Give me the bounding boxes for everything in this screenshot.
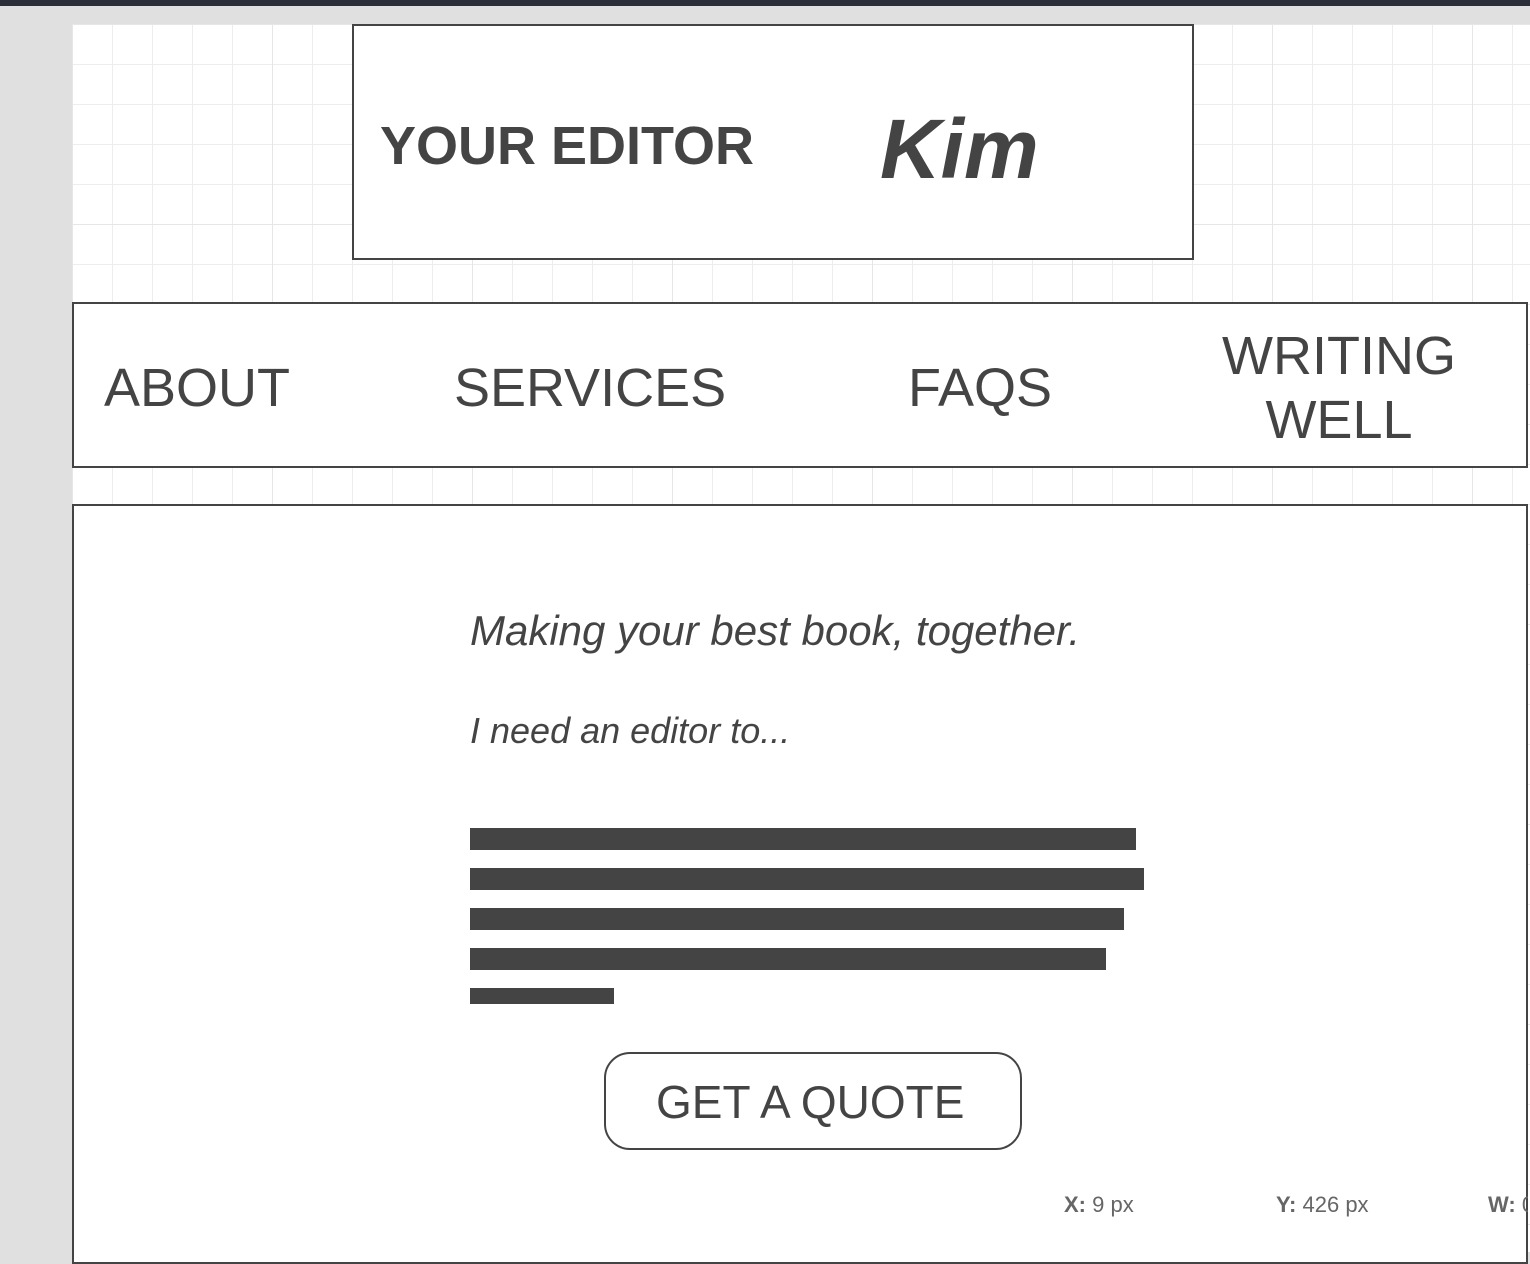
width-value: 0 (1521, 1192, 1528, 1217)
nav-item-faqs[interactable]: FAQS (908, 356, 1052, 420)
navigation-bar[interactable]: ABOUT SERVICES FAQS WRITING WELL (72, 302, 1528, 468)
placeholder-text-line (470, 988, 614, 1004)
coordinate-x-label: X: (1064, 1192, 1086, 1217)
nav-item-writing-well-line1: WRITING (1222, 326, 1456, 386)
editor-name: Kim (880, 102, 1039, 196)
hero-tagline: Making your best book, together. (470, 607, 1081, 654)
coordinate-y-label: Y: (1276, 1192, 1297, 1217)
placeholder-text-line (470, 828, 1136, 850)
placeholder-text-line (470, 908, 1124, 930)
coordinate-y-value: 426 px (1302, 1192, 1369, 1217)
get-a-quote-button[interactable]: GET A QUOTE (604, 1052, 1022, 1150)
coordinate-y-readout: Y: 426 px (1276, 1192, 1369, 1218)
nav-item-about[interactable]: ABOUT (104, 356, 290, 420)
app-top-bar (0, 0, 1530, 6)
width-readout: W: 0 (1488, 1192, 1528, 1218)
placeholder-text-line (470, 868, 1144, 890)
nav-item-services[interactable]: SERVICES (454, 356, 726, 420)
hero-section[interactable]: Making your best book, together. I need … (72, 504, 1528, 1264)
coordinate-x-readout: X: 9 px (1064, 1192, 1134, 1218)
width-label: W: (1488, 1192, 1516, 1217)
nav-item-writing-well-line2: WELL (1265, 390, 1413, 450)
header-box[interactable]: YOUR EDITOR Kim (352, 24, 1194, 260)
header-label: YOUR EDITOR (380, 116, 755, 176)
coordinate-x-value: 9 px (1092, 1192, 1134, 1217)
nav-item-writing-well[interactable]: WRITING WELL (1204, 324, 1474, 452)
hero-prompt: I need an editor to... (470, 710, 791, 751)
placeholder-text-line (470, 948, 1106, 970)
